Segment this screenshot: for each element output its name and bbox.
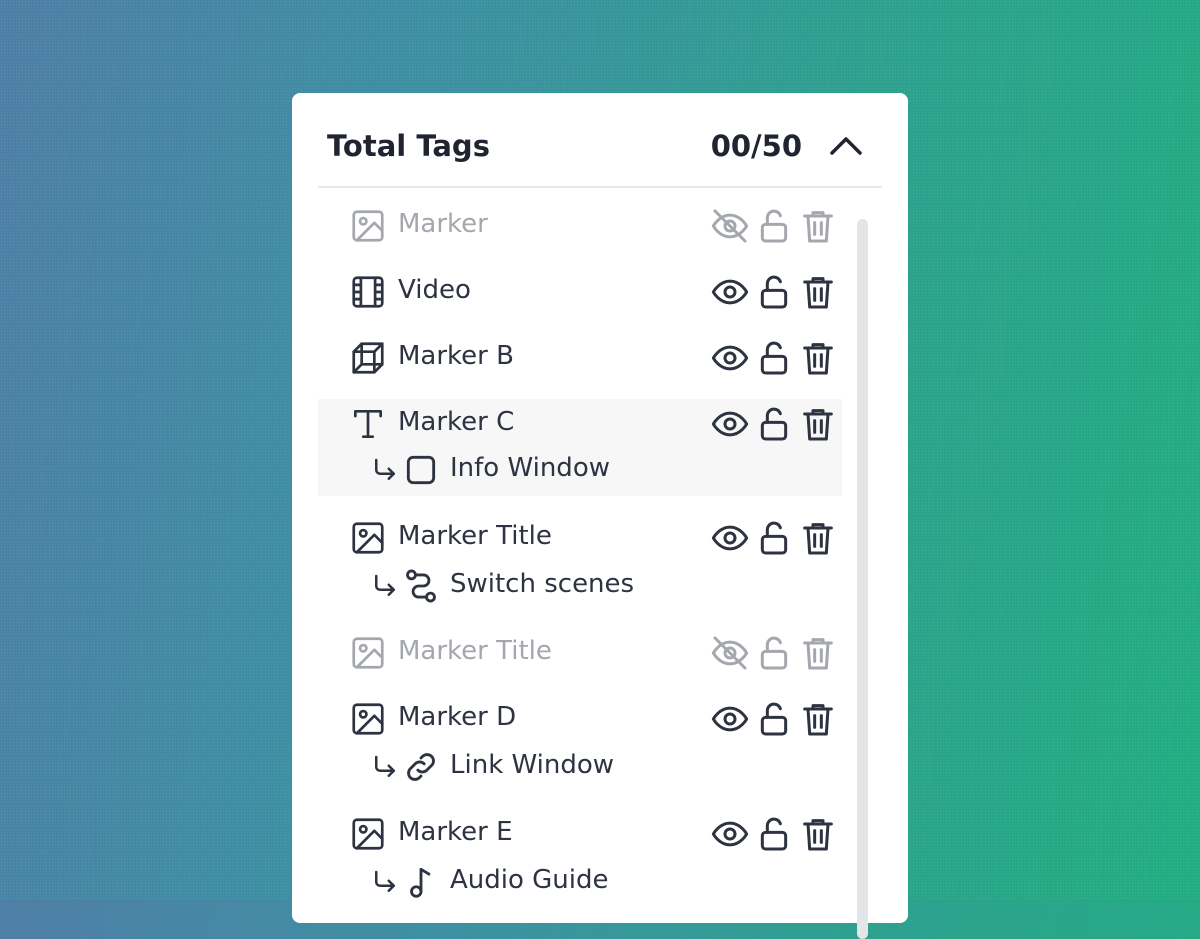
delete-button[interactable] — [798, 633, 838, 673]
tag-label: Marker Title — [398, 636, 552, 666]
music-note-icon — [410, 867, 431, 898]
unlock-icon — [760, 521, 788, 555]
visibility-toggle[interactable] — [710, 338, 750, 378]
eye-icon — [711, 525, 749, 551]
trash-icon — [803, 638, 833, 670]
unlock-icon — [760, 636, 788, 670]
child-tag-label: Switch scenes — [450, 569, 635, 599]
collapse-button[interactable] — [826, 129, 866, 165]
unlock-icon — [760, 702, 788, 736]
scrollbar[interactable] — [857, 219, 868, 939]
link-icon — [407, 753, 435, 781]
trash-icon — [803, 343, 833, 375]
tag-row[interactable]: Video — [318, 260, 842, 326]
lock-toggle[interactable] — [754, 272, 794, 312]
child-arrow-icon — [375, 458, 395, 480]
lock-toggle[interactable] — [754, 518, 794, 558]
visibility-toggle[interactable] — [710, 814, 750, 854]
tag-label: Video — [398, 275, 471, 305]
image-icon — [352, 818, 384, 850]
image-icon — [352, 522, 384, 554]
unlock-icon — [760, 341, 788, 375]
eye-icon — [711, 279, 749, 305]
child-arrow-icon — [375, 755, 395, 777]
delete-button[interactable] — [798, 338, 838, 378]
child-tag-label: Audio Guide — [450, 865, 609, 895]
image-icon — [352, 210, 384, 242]
lock-toggle[interactable] — [754, 633, 794, 673]
child-tag-label: Info Window — [450, 453, 610, 483]
delete-button[interactable] — [798, 699, 838, 739]
delete-button[interactable] — [798, 518, 838, 558]
trash-icon — [803, 277, 833, 309]
unlock-icon — [760, 817, 788, 851]
image-icon — [352, 637, 384, 669]
panel-header: Total Tags 00/50 — [318, 93, 882, 188]
tag-label: Marker — [398, 209, 488, 239]
child-tag-row[interactable]: Info Window — [318, 449, 842, 497]
trash-icon — [803, 704, 833, 736]
child-arrow-icon — [375, 574, 395, 596]
tag-label: Marker D — [398, 702, 517, 732]
trash-icon — [803, 819, 833, 851]
child-tag-row[interactable]: Audio Guide — [318, 861, 842, 909]
visibility-toggle[interactable] — [710, 633, 750, 673]
cube-icon — [352, 342, 384, 374]
tag-count: 00/50 — [710, 129, 802, 163]
eye-icon — [711, 706, 749, 732]
tag-label: Marker Title — [398, 521, 552, 551]
eye-icon — [711, 411, 749, 437]
eye-icon — [711, 821, 749, 847]
child-arrow-icon — [375, 870, 395, 892]
visibility-toggle[interactable] — [710, 699, 750, 739]
trash-icon — [803, 523, 833, 555]
lock-toggle[interactable] — [754, 699, 794, 739]
eye-off-icon — [711, 636, 749, 670]
tag-row-selected[interactable]: Marker C Info Window — [318, 399, 842, 496]
lock-toggle[interactable] — [754, 814, 794, 854]
tags-panel: Total Tags 00/50 Marker Video Marker B M… — [292, 93, 908, 939]
tag-row[interactable]: Marker Title — [318, 621, 842, 687]
tag-row[interactable]: Marker B — [318, 326, 842, 392]
child-tag-label: Link Window — [450, 750, 615, 780]
child-tag-row[interactable]: Link Window — [318, 746, 842, 794]
delete-button[interactable] — [798, 814, 838, 854]
trash-icon — [803, 211, 833, 243]
delete-button[interactable] — [798, 206, 838, 246]
lock-toggle[interactable] — [754, 338, 794, 378]
image-icon — [352, 703, 384, 735]
tag-row[interactable]: Marker Title — [318, 506, 842, 572]
tag-label: Marker C — [398, 407, 515, 437]
film-icon — [352, 276, 384, 308]
eye-off-icon — [711, 209, 749, 243]
tag-row[interactable]: Marker — [318, 194, 842, 260]
tag-row[interactable]: Marker E — [318, 802, 842, 868]
lock-toggle[interactable] — [754, 404, 794, 444]
square-icon — [406, 455, 436, 485]
visibility-toggle[interactable] — [710, 272, 750, 312]
text-icon — [353, 409, 383, 439]
unlock-icon — [760, 407, 788, 441]
eye-icon — [711, 345, 749, 371]
unlock-icon — [760, 275, 788, 309]
tag-label: Marker B — [398, 341, 514, 371]
child-tag-row[interactable]: Switch scenes — [318, 565, 842, 613]
route-icon — [406, 569, 436, 603]
tag-row[interactable]: Marker D — [318, 687, 842, 753]
visibility-toggle[interactable] — [710, 404, 750, 444]
visibility-toggle[interactable] — [710, 518, 750, 558]
unlock-icon — [760, 209, 788, 243]
lock-toggle[interactable] — [754, 206, 794, 246]
trash-icon — [803, 409, 833, 441]
delete-button[interactable] — [798, 272, 838, 312]
delete-button[interactable] — [798, 404, 838, 444]
panel-title: Total Tags — [327, 129, 490, 163]
tag-label: Marker E — [398, 817, 513, 847]
visibility-toggle[interactable] — [710, 206, 750, 246]
chevron-up-icon — [830, 137, 862, 155]
